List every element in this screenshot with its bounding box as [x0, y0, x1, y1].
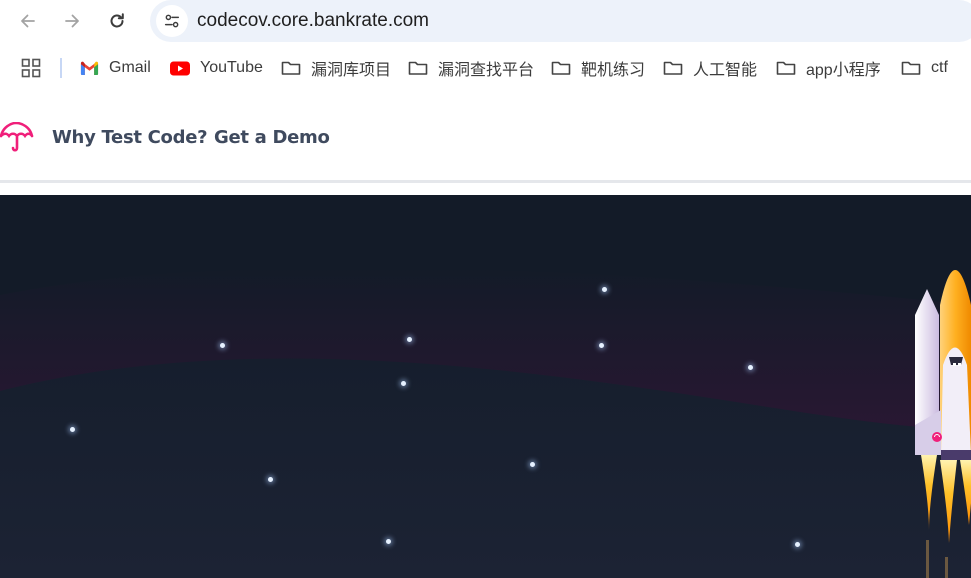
bookmark-label: ctf: [931, 59, 948, 76]
star: [748, 365, 753, 370]
bookmark-label: 人工智能: [693, 62, 758, 79]
folder-icon: [551, 61, 571, 75]
folder-icon: [776, 61, 796, 75]
star: [386, 539, 391, 544]
rocket-launch-illustration: [915, 270, 971, 578]
arrow-left-icon: [21, 14, 35, 28]
bookmark-youtube[interactable]: YouTube: [170, 56, 263, 80]
folder-icon: [901, 61, 921, 75]
hero-background: [0, 195, 971, 578]
bookmark-gmail[interactable]: Gmail: [80, 56, 151, 80]
apps-grid-icon[interactable]: [21, 58, 41, 78]
star: [220, 343, 225, 348]
back-button[interactable]: [13, 6, 43, 36]
star: [599, 343, 604, 348]
folder-icon: [408, 61, 428, 75]
youtube-icon: [170, 61, 190, 75]
bookmark-folder-app-miniprogram[interactable]: app小程序: [776, 56, 881, 80]
bookmark-label: YouTube: [200, 59, 263, 76]
bookmark-folder-ctf[interactable]: ctf: [901, 56, 948, 80]
star: [795, 542, 800, 547]
bookmark-label: 漏洞库项目: [311, 62, 392, 79]
bookmark-folder-vuln-search[interactable]: 漏洞查找平台: [408, 56, 534, 80]
arrow-right-icon: [65, 14, 79, 28]
bookmark-folder-ai[interactable]: 人工智能: [663, 56, 757, 80]
bookmark-label: app小程序: [806, 62, 881, 79]
bookmarks-bar: Gmail YouTube 漏洞库项目 漏洞查找平台 靶机练习 人工智能 app…: [0, 44, 971, 92]
star: [401, 381, 406, 386]
site-header: Why Test Code? Get a Demo: [0, 92, 971, 183]
gmail-icon: [80, 61, 99, 75]
folder-icon: [281, 61, 301, 75]
star: [407, 337, 412, 342]
star: [602, 287, 607, 292]
bookmark-folder-vuln-library[interactable]: 漏洞库项目: [281, 56, 391, 80]
folder-icon: [663, 61, 683, 75]
hero-section: [0, 195, 971, 578]
reload-icon: [110, 13, 124, 28]
star: [530, 462, 535, 467]
star: [268, 477, 273, 482]
bookmark-label: 靶机练习: [581, 62, 646, 79]
browser-toolbar: codecov.core.bankrate.com: [0, 0, 971, 44]
site-info-button[interactable]: [156, 5, 188, 37]
codecov-umbrella-logo[interactable]: [0, 122, 34, 154]
forward-button[interactable]: [57, 6, 87, 36]
bookmark-label: Gmail: [109, 59, 151, 76]
nav-link-why-test-code[interactable]: Why Test Code?: [52, 127, 208, 148]
reload-button[interactable]: [102, 6, 132, 36]
bookmark-folder-target-practice[interactable]: 靶机练习: [551, 56, 645, 80]
nav-link-get-a-demo[interactable]: Get a Demo: [214, 127, 330, 148]
bookmarks-separator: [60, 58, 62, 78]
address-bar[interactable]: codecov.core.bankrate.com: [150, 0, 971, 42]
url-text[interactable]: codecov.core.bankrate.com: [197, 10, 429, 32]
star: [70, 427, 75, 432]
tune-icon: [164, 14, 180, 28]
bookmark-label: 漏洞查找平台: [438, 62, 535, 79]
